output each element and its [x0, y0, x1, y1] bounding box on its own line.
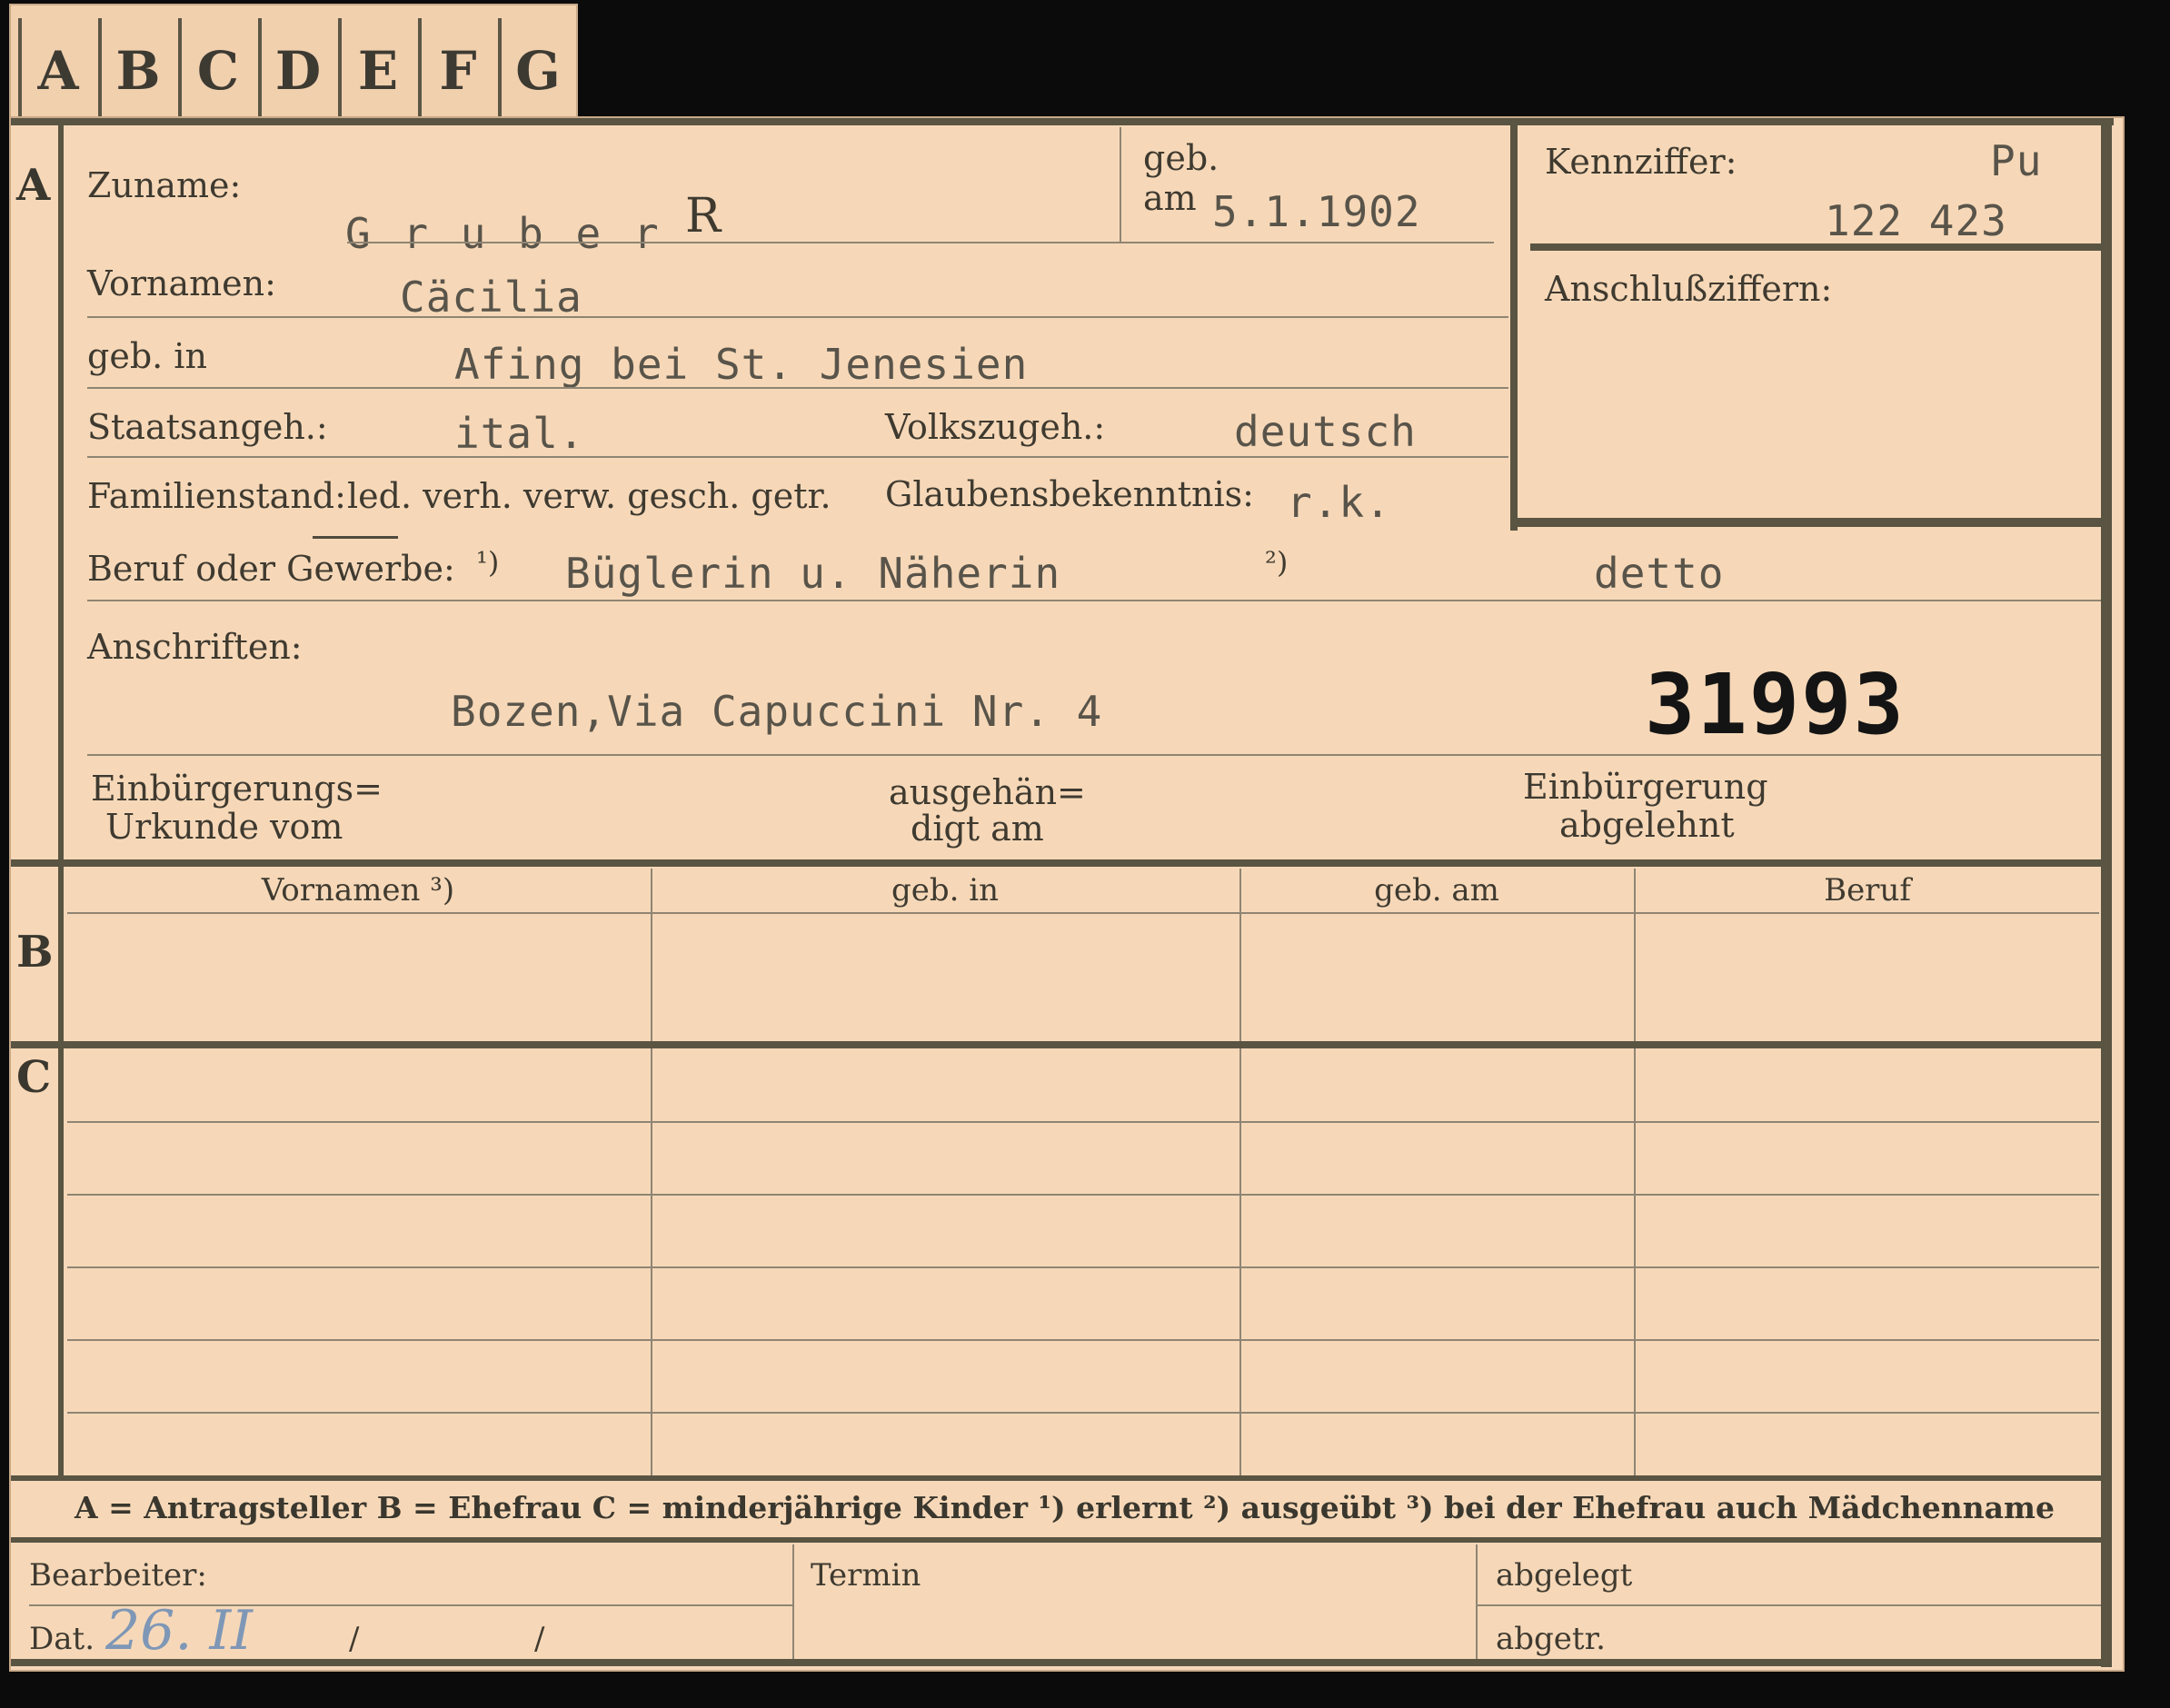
dat-slash-2: / [534, 1621, 545, 1657]
abgelegt-label: abgelegt [1496, 1557, 1633, 1594]
geb-in-underline [87, 387, 1508, 389]
letter-tab-b[interactable]: B [98, 18, 174, 124]
header-underline [67, 912, 2099, 914]
einbuergerungs-label-1: Einbürgerungs= [91, 769, 383, 809]
col-header-geb-am: geb. am [1374, 872, 1499, 909]
zuname-label: Zuname: [87, 165, 242, 205]
geb-am-label: am [1143, 178, 1197, 218]
anschlussziffern-label: Anschlußziffern: [1545, 269, 1833, 309]
legend-bottom-rule [11, 1537, 2112, 1543]
letter-tab-g[interactable]: G [498, 18, 574, 124]
kennziffer-value: 122 423 [1825, 196, 2007, 245]
section-a-letter: A [16, 160, 51, 211]
child-row-line [67, 1412, 2099, 1414]
abgelegt-underline [1478, 1604, 2101, 1606]
dat-handwritten: 26. II [105, 1599, 253, 1663]
anschriften-label: Anschriften: [87, 627, 303, 667]
col-divider-3 [1634, 869, 1636, 1477]
letter-tab-c[interactable]: C [178, 18, 254, 124]
child-row-line [67, 1266, 2099, 1268]
dat-slash-1: / [349, 1621, 360, 1657]
einbuergerung-label-1: Einbürgerung [1523, 767, 1768, 807]
dat-label: Dat. [29, 1621, 95, 1657]
staatsangeh-label: Staatsangeh.: [87, 407, 328, 447]
glaubensbekenntnis-label: Glaubensbekenntnis: [885, 474, 1254, 514]
geb-divider [1120, 127, 1121, 243]
legend-text: A = Antragsteller B = Ehefrau C = minder… [75, 1490, 2055, 1525]
child-row-line [67, 1194, 2099, 1196]
geb-am-value: 5.1.1902 [1212, 187, 1421, 236]
geb-in-value: Afing bei St. Jenesien [454, 340, 1029, 389]
top-border [11, 118, 2114, 125]
beruf-value-1: Büglerin u. Näherin [565, 549, 1061, 598]
beruf-underline [87, 600, 2101, 601]
ausgehaen-label-1: ausgehän= [889, 772, 1086, 812]
letter-tab-d[interactable]: D [258, 18, 334, 124]
beruf-value-2: detto [1594, 549, 1725, 598]
kennziffer-box-bottom [1510, 518, 2108, 527]
kennziffer-box-left [1510, 125, 1518, 531]
vornamen-value: Cäcilia [400, 273, 582, 322]
section-c-letter: C [16, 1052, 52, 1103]
section-a-end-rule [11, 859, 2112, 867]
termin-label: Termin [811, 1557, 921, 1594]
kennziffer-label: Kennziffer: [1545, 142, 1737, 182]
familienstand-label: Familienstand: [87, 476, 346, 516]
zuname-value: G r u b e r [345, 209, 662, 258]
geb-label: geb. [1143, 138, 1219, 178]
col-divider-1 [651, 869, 652, 1477]
vornamen-label: Vornamen: [87, 263, 276, 303]
einbuergerung-label-2: abgelehnt [1559, 805, 1735, 845]
registration-card: A B C Kennziffer: Pu 122 423 Anschlußzif… [9, 116, 2125, 1672]
letter-tab-a[interactable]: A [18, 18, 95, 124]
zuname-underline [347, 242, 1494, 243]
beruf-label: Beruf oder Gewerbe: [87, 549, 455, 589]
footer-divider-2 [1476, 1544, 1478, 1661]
col-divider-2 [1239, 869, 1241, 1477]
right-border [2101, 118, 2112, 1667]
section-b-letter: B [16, 927, 54, 978]
stamp-number: 31993 [1645, 656, 1906, 753]
volkszugeh-value: deutsch [1234, 407, 1417, 456]
child-row-line [67, 1339, 2099, 1341]
vornamen-underline [87, 316, 1508, 318]
zuname-handwritten-mark: R [685, 189, 722, 243]
anschrift-value: Bozen,Via Capuccini Nr. 4 [451, 687, 1103, 736]
col-header-vornamen: Vornamen ³) [261, 872, 455, 909]
familienstand-options: led. verh. verw. gesch. getr. [347, 476, 831, 516]
bottom-border [11, 1659, 2112, 1666]
anschriften-underline [87, 754, 2101, 756]
legend-top-rule [11, 1475, 2112, 1481]
staatsangeh-value: ital. [454, 409, 585, 458]
beruf-note-1: ¹) [476, 545, 500, 580]
kennziffer-divider [1530, 243, 2108, 251]
letter-tab-strip: A B C D E F G [9, 4, 578, 124]
volkszugeh-label: Volkszugeh.: [885, 407, 1106, 447]
bearbeiter-label: Bearbeiter: [29, 1557, 207, 1594]
glaubensbekenntnis-value: r.k. [1287, 478, 1391, 527]
left-rule [58, 118, 64, 1476]
col-header-beruf: Beruf [1824, 872, 1911, 909]
einbuergerungs-label-2: Urkunde vom [105, 807, 343, 847]
child-row-line [67, 1121, 2099, 1123]
footer-divider-1 [792, 1544, 794, 1661]
col-header-geb-in: geb. in [891, 872, 1000, 909]
abgetr-label: abgetr. [1496, 1621, 1606, 1657]
geb-in-label: geb. in [87, 336, 207, 376]
section-b-end-rule [11, 1041, 2112, 1048]
beruf-note-2: ²) [1265, 545, 1289, 580]
familienstand-selection-mark [313, 536, 398, 539]
kennziffer-prefix: Pu [1990, 136, 2043, 185]
letter-tab-f[interactable]: F [418, 18, 494, 124]
letter-tab-e[interactable]: E [338, 18, 414, 124]
staatsangeh-underline [87, 456, 1508, 458]
ausgehaen-label-2: digt am [911, 809, 1044, 849]
